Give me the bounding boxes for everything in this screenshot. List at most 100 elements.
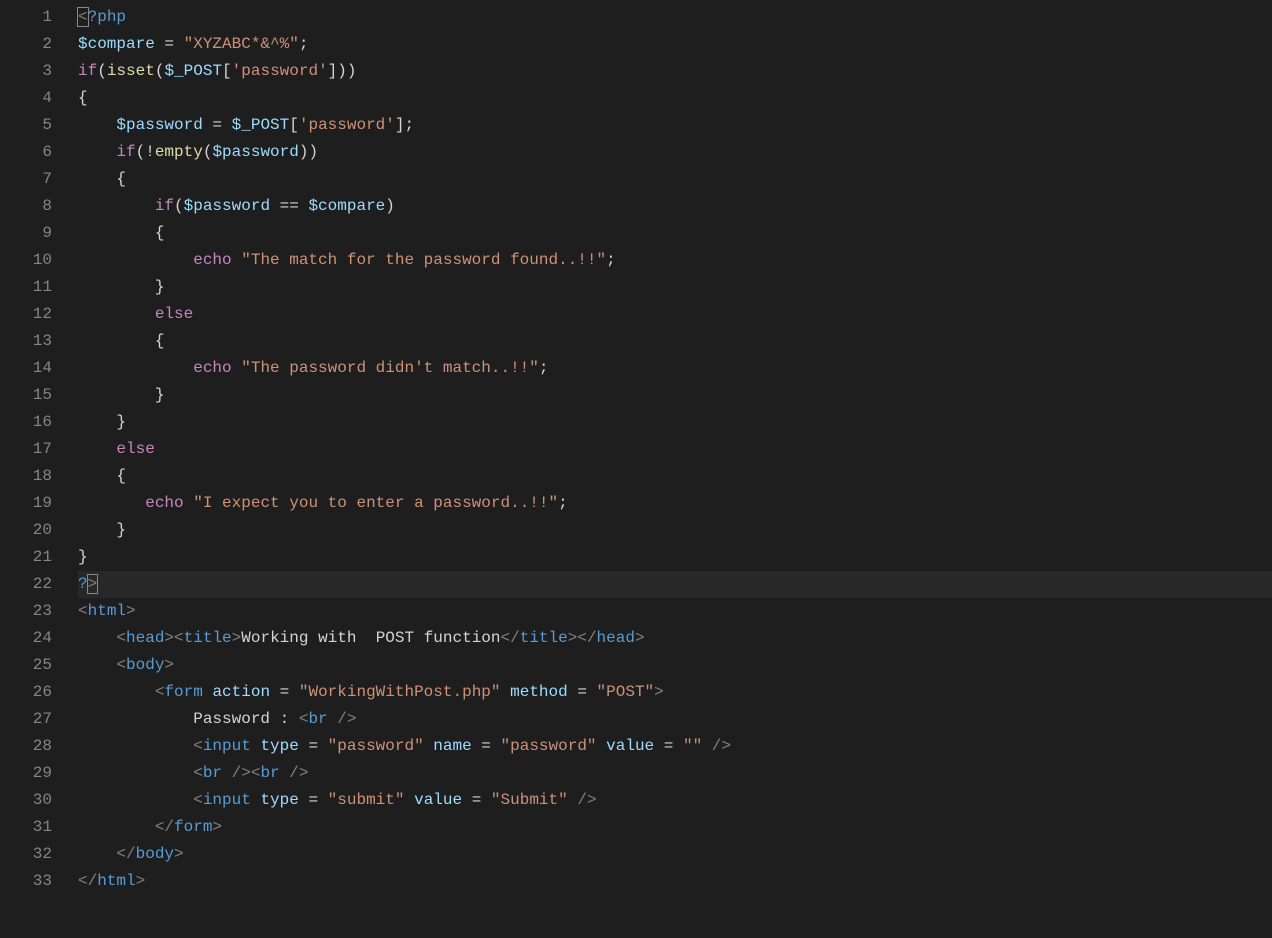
token: (! <box>136 143 155 161</box>
line-number: 4 <box>0 85 52 112</box>
code-line[interactable]: echo "I expect you to enter a password..… <box>78 490 1272 517</box>
code-line[interactable]: else <box>78 301 1272 328</box>
token <box>78 251 193 269</box>
token: [ <box>289 116 299 134</box>
token: > <box>126 602 136 620</box>
line-number: 14 <box>0 355 52 382</box>
token: ; <box>606 251 616 269</box>
code-line[interactable]: { <box>78 220 1272 247</box>
code-line[interactable]: { <box>78 328 1272 355</box>
token: < <box>193 764 203 782</box>
code-line[interactable]: { <box>78 85 1272 112</box>
token: = <box>654 737 683 755</box>
token: </ <box>577 629 596 647</box>
token: > <box>232 629 242 647</box>
token: if <box>116 143 135 161</box>
token: "password" <box>328 737 424 755</box>
token: method <box>510 683 568 701</box>
code-line[interactable]: <?php <box>78 4 1272 31</box>
code-line[interactable]: } <box>78 544 1272 571</box>
line-number: 29 <box>0 760 52 787</box>
line-number: 9 <box>0 220 52 247</box>
line-number: 11 <box>0 274 52 301</box>
line-number: 19 <box>0 490 52 517</box>
code-line[interactable]: $password = $_POST['password']; <box>78 112 1272 139</box>
token: > <box>87 574 99 594</box>
code-line[interactable]: Password : <br /> <box>78 706 1272 733</box>
line-number: 1 <box>0 4 52 31</box>
code-line[interactable]: <input type = "submit" value = "Submit" … <box>78 787 1272 814</box>
token <box>78 683 155 701</box>
code-line[interactable]: </form> <box>78 814 1272 841</box>
token: > <box>568 629 578 647</box>
token: else <box>155 305 193 323</box>
code-line[interactable]: } <box>78 517 1272 544</box>
line-number: 22 <box>0 571 52 598</box>
token <box>78 845 116 863</box>
token: ]; <box>395 116 414 134</box>
token: 'password' <box>299 116 395 134</box>
code-line[interactable]: } <box>78 382 1272 409</box>
code-line[interactable]: ?> <box>78 571 1272 598</box>
token: value <box>606 737 654 755</box>
token: "WorkingWithPost.php" <box>299 683 501 701</box>
token: < <box>116 656 126 674</box>
code-line[interactable]: if(!empty($password)) <box>78 139 1272 166</box>
code-line[interactable]: <head><title>Working with POST function<… <box>78 625 1272 652</box>
code-line[interactable]: else <box>78 436 1272 463</box>
token: input <box>203 737 251 755</box>
code-line[interactable]: <input type = "password" name = "passwor… <box>78 733 1272 760</box>
line-number: 18 <box>0 463 52 490</box>
token: = <box>270 683 299 701</box>
code-line[interactable]: $compare = "XYZABC*&^%"; <box>78 31 1272 58</box>
token <box>78 494 145 512</box>
token: /> <box>222 764 251 782</box>
code-line[interactable]: if(isset($_POST['password'])) <box>78 58 1272 85</box>
code-line[interactable]: } <box>78 409 1272 436</box>
code-line[interactable]: echo "The match for the password found..… <box>78 247 1272 274</box>
token: { <box>78 89 88 107</box>
token: } <box>78 278 164 296</box>
token: { <box>78 170 126 188</box>
token <box>78 143 116 161</box>
code-line[interactable]: <html> <box>78 598 1272 625</box>
token: $_POST <box>232 116 290 134</box>
code-line[interactable]: <body> <box>78 652 1272 679</box>
token: echo <box>145 494 183 512</box>
token: head <box>597 629 635 647</box>
token: < <box>116 629 126 647</box>
line-number: 6 <box>0 139 52 166</box>
token: > <box>164 629 174 647</box>
token: ( <box>203 143 213 161</box>
code-line[interactable]: <br /><br /> <box>78 760 1272 787</box>
token: = <box>472 737 501 755</box>
line-number-gutter: 1234567891011121314151617181920212223242… <box>0 0 78 938</box>
line-number: 12 <box>0 301 52 328</box>
code-line[interactable]: { <box>78 463 1272 490</box>
line-number: 5 <box>0 112 52 139</box>
token <box>424 737 434 755</box>
code-area[interactable]: <?php$compare = "XYZABC*&^%";if(isset($_… <box>78 0 1272 938</box>
code-line[interactable]: } <box>78 274 1272 301</box>
code-line[interactable]: </html> <box>78 868 1272 895</box>
line-number: 17 <box>0 436 52 463</box>
token: input <box>203 791 251 809</box>
code-editor[interactable]: 1234567891011121314151617181920212223242… <box>0 0 1272 938</box>
token: if <box>78 62 97 80</box>
token: value <box>414 791 462 809</box>
code-line[interactable]: { <box>78 166 1272 193</box>
token: { <box>78 224 164 242</box>
token: < <box>78 602 88 620</box>
token <box>78 440 116 458</box>
token <box>184 494 194 512</box>
token: "XYZABC*&^%" <box>184 35 299 53</box>
code-line[interactable]: if($password == $compare) <box>78 193 1272 220</box>
token <box>78 764 193 782</box>
code-line[interactable]: </body> <box>78 841 1272 868</box>
token: else <box>116 440 154 458</box>
code-line[interactable]: echo "The password didn't match..!!"; <box>78 355 1272 382</box>
code-line[interactable]: <form action = "WorkingWithPost.php" met… <box>78 679 1272 706</box>
token: $password <box>212 143 298 161</box>
token: = <box>568 683 597 701</box>
token: > <box>635 629 645 647</box>
